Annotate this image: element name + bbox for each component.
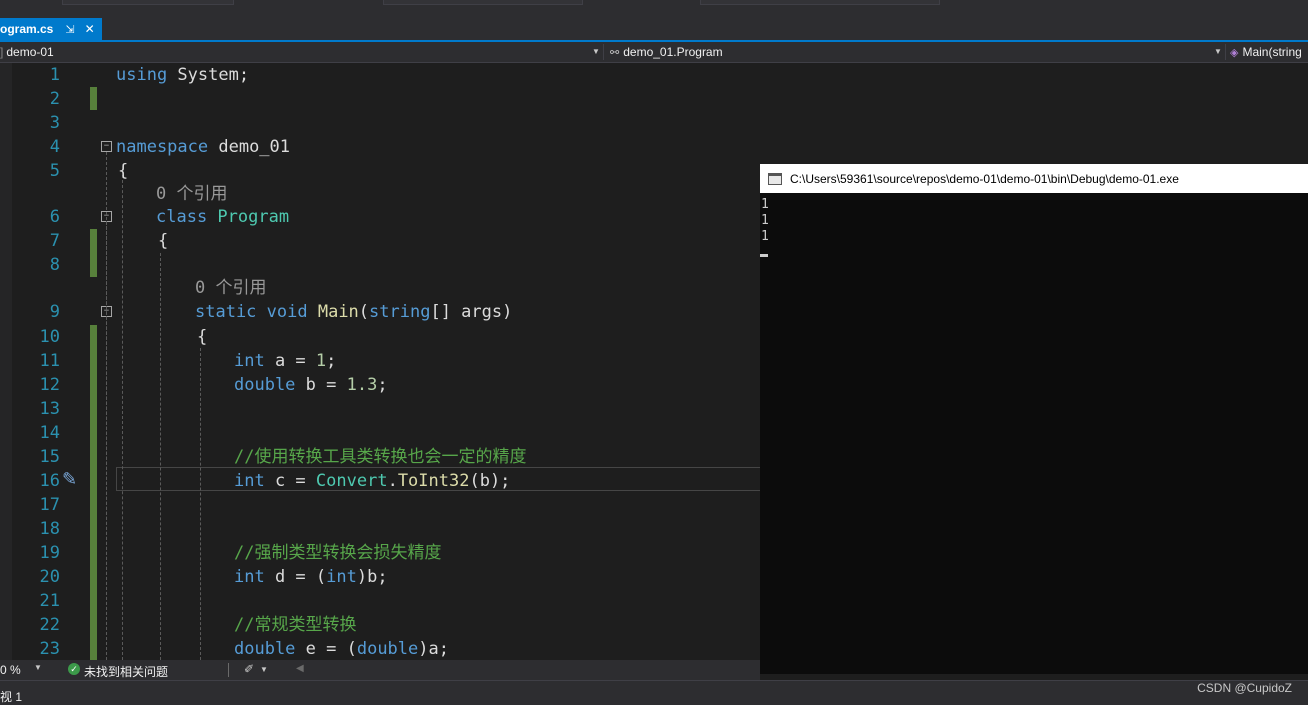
code-line: namespace demo_01 [116, 137, 291, 157]
indent-guide [160, 253, 161, 660]
method-icon: ◈ [1230, 46, 1239, 59]
tab-title: ogram.cs [0, 22, 54, 36]
code-line: int a = 1; [234, 351, 337, 371]
line-number: 22 [39, 615, 60, 635]
code-line: { [158, 231, 169, 251]
watermark: CSDN @CupidoZ [1197, 681, 1292, 695]
document-tab-row: ogram.cs ⇲ ✕ [0, 18, 1308, 40]
line-number: 6 [49, 207, 60, 227]
project-dropdown[interactable]: ] demo-01 ▼ [0, 42, 600, 62]
line-number: 3 [49, 113, 60, 133]
member-label: Main(string [1242, 45, 1302, 59]
project-label: demo-01 [6, 45, 54, 59]
indent-guide [122, 175, 123, 660]
code-editor[interactable]: − − − 1 2 3 4 5 6 7 8 9 10 11 12 13 14 1… [0, 63, 760, 660]
navigation-bar: ] demo-01 ▼ ⚯ demo_01.Program ▼ ◈ Main(s… [0, 42, 1308, 63]
tab-program-cs[interactable]: ogram.cs ⇲ ✕ [0, 18, 102, 40]
code-line: { [197, 327, 208, 347]
line-number: 21 [39, 591, 60, 611]
toolbar-combo[interactable] [62, 0, 234, 5]
code-line: { [118, 161, 129, 181]
code-comment: //强制类型转换会损失精度 [234, 543, 442, 563]
line-number: 17 [39, 495, 60, 515]
code-line: class Program [156, 207, 290, 227]
line-number: 13 [39, 399, 60, 419]
change-marker [90, 325, 97, 660]
codelens-references[interactable]: 0 个引用 [156, 182, 227, 206]
editor-status-bar: 0 % ▼ ✓ 未找到相关问题 ✐ ▼ ◀ [0, 660, 760, 680]
line-number: 8 [49, 255, 60, 275]
console-title: C:\Users\59361\source\repos\demo-01\demo… [790, 171, 1179, 186]
line-number: 11 [39, 351, 60, 371]
toolbar-combo[interactable] [383, 0, 583, 5]
code-line: static void Main(string[] args) [195, 302, 513, 322]
editor-margin [0, 63, 12, 660]
line-number: 2 [49, 89, 60, 109]
line-number: 15 [39, 447, 60, 467]
console-output: 1 1 1 [761, 197, 769, 244]
line-number: 19 [39, 543, 60, 563]
bottom-panel-bar: 视 1 [0, 680, 1308, 705]
class-dropdown[interactable]: ⚯ demo_01.Program ▼ [610, 42, 1222, 62]
change-marker [90, 229, 97, 277]
brush-icon[interactable]: ✐ [244, 662, 254, 676]
class-label: demo_01.Program [623, 45, 723, 59]
chevron-down-icon: ▼ [592, 47, 600, 56]
class-icon: ⚯ [610, 46, 620, 59]
line-number: 5 [49, 161, 60, 181]
zoom-level[interactable]: 0 % [0, 663, 21, 677]
line-number: 20 [39, 567, 60, 587]
code-line: int d = (int)b; [234, 567, 388, 587]
console-app-icon [768, 172, 782, 185]
line-number: 10 [39, 327, 60, 347]
codelens-references[interactable]: 0 个引用 [195, 276, 266, 300]
close-icon[interactable]: ✕ [85, 22, 95, 36]
chevron-down-icon[interactable]: ▼ [34, 663, 42, 672]
quick-actions-icon[interactable]: ✎ [62, 468, 84, 490]
toolbar-combo[interactable] [700, 0, 940, 5]
code-line: using System; [116, 65, 250, 85]
view-tab[interactable]: 视 1 [0, 688, 22, 705]
pin-icon[interactable]: ⇲ [65, 23, 74, 36]
code-line: double b = 1.3; [234, 375, 388, 395]
console-cursor [760, 254, 768, 257]
console-window[interactable]: C:\Users\59361\source\repos\demo-01\demo… [760, 164, 1308, 674]
chevron-down-icon: ▼ [1214, 47, 1222, 56]
toolbar-strip [0, 0, 1308, 18]
code-line: double e = (double)a; [234, 639, 449, 659]
indent-guide [200, 348, 201, 660]
line-number: 14 [39, 423, 60, 443]
member-dropdown[interactable]: ◈ Main(string [1230, 42, 1308, 62]
scroll-left-icon[interactable]: ◀ [296, 663, 304, 674]
console-titlebar[interactable]: C:\Users\59361\source\repos\demo-01\demo… [760, 164, 1308, 193]
outline-line [106, 221, 107, 660]
collapse-icon[interactable]: − [101, 141, 112, 152]
line-number: 23 [39, 639, 60, 659]
line-number: 18 [39, 519, 60, 539]
code-line: int c = Convert.ToInt32(b); [234, 471, 511, 491]
code-comment: //使用转换工具类转换也会一定的精度 [234, 447, 527, 467]
issues-status[interactable]: 未找到相关问题 [84, 663, 168, 680]
check-circle-icon: ✓ [68, 663, 80, 675]
line-number: 16 [39, 471, 60, 491]
chevron-down-icon[interactable]: ▼ [260, 665, 268, 674]
code-comment: //常规类型转换 [234, 615, 357, 635]
line-number: 9 [49, 302, 60, 322]
line-number: 4 [49, 137, 60, 157]
change-marker [90, 87, 97, 110]
line-number: 7 [49, 231, 60, 251]
line-number: 12 [39, 375, 60, 395]
line-number: 1 [49, 65, 60, 85]
